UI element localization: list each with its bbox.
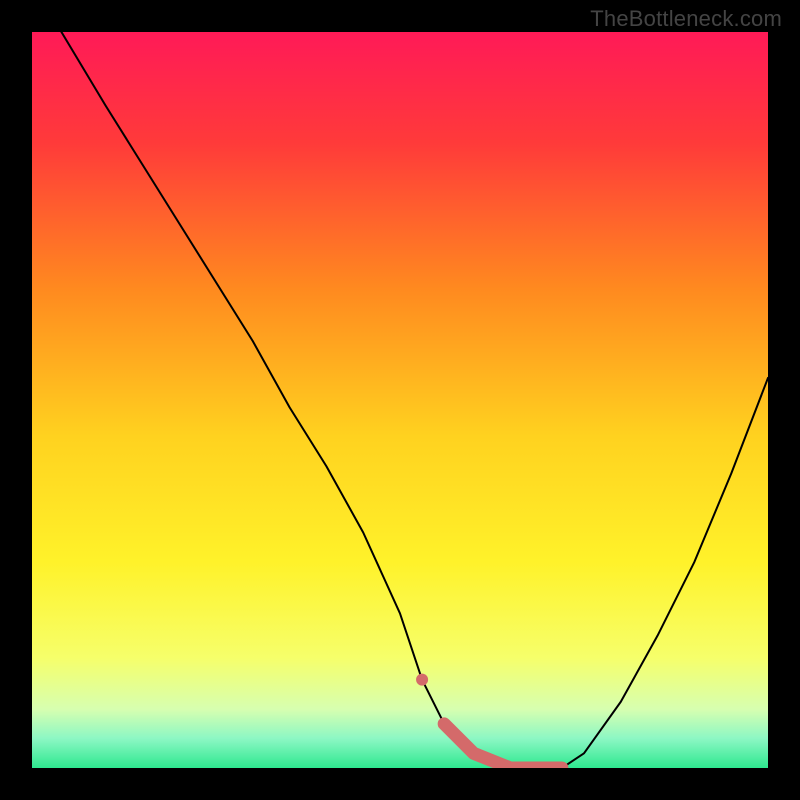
watermark-text: TheBottleneck.com <box>590 6 782 32</box>
series-point-highlight-dot <box>416 674 428 686</box>
chart-background <box>32 32 768 768</box>
chart-svg <box>32 32 768 768</box>
chart-plot-area <box>32 32 768 768</box>
